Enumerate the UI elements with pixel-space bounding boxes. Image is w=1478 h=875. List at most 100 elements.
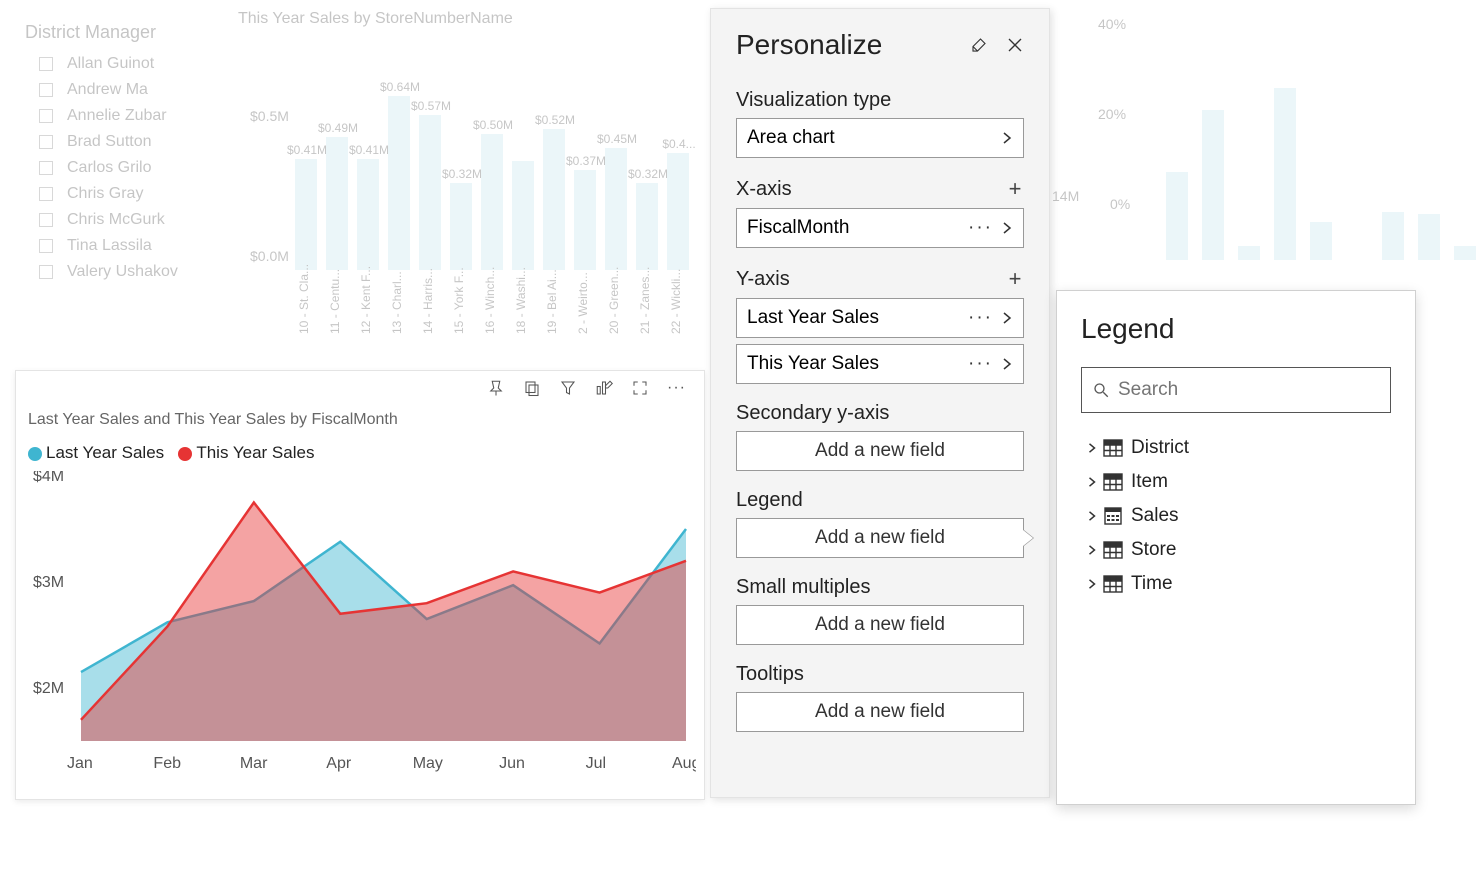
bg-bar-chart-title: This Year Sales by StoreNumberName bbox=[238, 10, 730, 28]
close-icon[interactable] bbox=[1006, 36, 1024, 54]
pin-icon[interactable] bbox=[487, 379, 505, 397]
slicer-item-label: Chris Gray bbox=[67, 185, 143, 203]
checkbox-icon[interactable] bbox=[39, 265, 53, 279]
slicer-item[interactable]: Valery Ushakov bbox=[25, 259, 178, 285]
bg-bar-value-label: $0.41M bbox=[339, 143, 399, 157]
checkbox-icon[interactable] bbox=[39, 161, 53, 175]
bg-right-ytick: 20% bbox=[1098, 106, 1126, 122]
slicer-item-label: Brad Sutton bbox=[67, 133, 152, 151]
bg-right-bar bbox=[1382, 212, 1404, 260]
bg-bar-category-label: 16 - Winch... bbox=[483, 267, 497, 334]
bg-bar bbox=[636, 183, 658, 270]
bg-right-bar bbox=[1202, 110, 1224, 260]
slicer-item[interactable]: Tina Lassila bbox=[25, 233, 178, 259]
add-x-axis-field-icon[interactable]: + bbox=[1006, 176, 1024, 202]
bg-bar-value-label: $0.57M bbox=[401, 99, 461, 113]
filter-icon[interactable] bbox=[559, 379, 577, 397]
district-manager-slicer: District Manager Allan GuinotAndrew MaAn… bbox=[25, 22, 178, 285]
legend-swatch-this bbox=[178, 447, 192, 461]
focus-mode-icon[interactable] bbox=[631, 379, 649, 397]
table-icon bbox=[1103, 575, 1123, 593]
area-chart-visual[interactable]: ··· Last Year Sales and This Year Sales … bbox=[15, 370, 705, 800]
slicer-item[interactable]: Allan Guinot bbox=[25, 51, 178, 77]
bg-right-bar bbox=[1310, 222, 1332, 260]
table-entry[interactable]: Time bbox=[1081, 567, 1391, 601]
add-field-small-mult[interactable]: Add a new field bbox=[736, 605, 1024, 645]
add-field-legend[interactable]: Add a new field bbox=[736, 518, 1024, 558]
checkbox-icon[interactable] bbox=[39, 109, 53, 123]
checkbox-icon[interactable] bbox=[39, 57, 53, 71]
table-entry[interactable]: Store bbox=[1081, 533, 1391, 567]
slicer-title: District Manager bbox=[25, 22, 178, 43]
field-options-icon[interactable]: ··· bbox=[968, 217, 993, 239]
slicer-item[interactable]: Carlos Grilo bbox=[25, 155, 178, 181]
bg-bar bbox=[543, 129, 565, 270]
slicer-item-label: Carlos Grilo bbox=[67, 159, 151, 177]
x-axis-label: Jul bbox=[586, 755, 606, 772]
bg-right-ytick: 40% bbox=[1098, 16, 1126, 32]
bg-bar bbox=[605, 148, 627, 270]
bg-bar-value-label: $0.32M bbox=[432, 167, 492, 181]
checkbox-icon[interactable] bbox=[39, 135, 53, 149]
personalize-icon[interactable] bbox=[595, 379, 613, 397]
bg-bar bbox=[419, 115, 441, 270]
slicer-item[interactable]: Brad Sutton bbox=[25, 129, 178, 155]
bg-bar-value-label: $0.45M bbox=[587, 132, 647, 146]
checkbox-icon[interactable] bbox=[39, 213, 53, 227]
table-entry[interactable]: District bbox=[1081, 431, 1391, 465]
x-axis-field[interactable]: FiscalMonth ··· bbox=[736, 208, 1024, 248]
chevron-right-icon bbox=[1087, 443, 1097, 453]
x-axis-label: Mar bbox=[240, 755, 268, 772]
y-axis-label: $3M bbox=[33, 574, 64, 591]
checkbox-icon[interactable] bbox=[39, 83, 53, 97]
checkbox-icon[interactable] bbox=[39, 187, 53, 201]
y-axis-field-0[interactable]: Last Year Sales ··· bbox=[736, 298, 1024, 338]
field-options-icon[interactable]: ··· bbox=[968, 307, 993, 329]
bg-bar bbox=[574, 170, 596, 270]
clear-icon[interactable] bbox=[970, 36, 988, 54]
bg-bar-value-label: $0.4... bbox=[649, 137, 709, 151]
more-options-icon[interactable]: ··· bbox=[667, 379, 686, 397]
section-x-axis: X-axis + FiscalMonth ··· bbox=[736, 176, 1024, 248]
legend-popup-title: Legend bbox=[1081, 313, 1391, 345]
bg-right-bar bbox=[1238, 246, 1260, 260]
viz-type-dropdown[interactable]: Area chart bbox=[736, 118, 1024, 158]
search-icon bbox=[1092, 381, 1110, 399]
bg-bar-category-label: 19 - Bel Ai... bbox=[545, 269, 559, 334]
field-options-icon[interactable]: ··· bbox=[968, 353, 993, 375]
legend-section-label: Legend bbox=[736, 489, 803, 512]
bg-bar-category-label: 2 - Weirto... bbox=[576, 272, 590, 334]
add-field-tooltips[interactable]: Add a new field bbox=[736, 692, 1024, 732]
x-axis-label: X-axis bbox=[736, 178, 792, 201]
bg-bar-value-label: $0.37M bbox=[556, 154, 616, 168]
section-viz-type: Visualization type Area chart bbox=[736, 89, 1024, 158]
table-icon bbox=[1103, 473, 1123, 491]
table-entry[interactable]: Item bbox=[1081, 465, 1391, 499]
personalize-panel: Personalize Visualization type Area char… bbox=[710, 8, 1050, 798]
bg-right-bar bbox=[1166, 172, 1188, 260]
section-small-multiples: Small multiples Add a new field bbox=[736, 576, 1024, 645]
bg-bar-value-label: $0.50M bbox=[463, 118, 523, 132]
slicer-item[interactable]: Andrew Ma bbox=[25, 77, 178, 103]
area-chart-title: Last Year Sales and This Year Sales by F… bbox=[28, 411, 398, 429]
table-icon bbox=[1103, 541, 1123, 559]
bg-bar-category-label: 18 - Washi... bbox=[514, 267, 528, 334]
checkbox-icon[interactable] bbox=[39, 239, 53, 253]
bg-right-ytick: 0% bbox=[1110, 196, 1130, 212]
legend-search[interactable] bbox=[1081, 367, 1391, 413]
x-axis-label: May bbox=[413, 755, 443, 772]
add-y-axis-field-icon[interactable]: + bbox=[1006, 266, 1024, 292]
y-axis-field-1[interactable]: This Year Sales ··· bbox=[736, 344, 1024, 384]
bg-bar-value-label: $0.41M bbox=[277, 143, 337, 157]
slicer-item-label: Chris McGurk bbox=[67, 211, 165, 229]
bg-bar bbox=[481, 134, 503, 270]
add-field-secondary-y[interactable]: Add a new field bbox=[736, 431, 1024, 471]
legend-search-input[interactable] bbox=[1118, 379, 1380, 401]
slicer-item[interactable]: Chris McGurk bbox=[25, 207, 178, 233]
copy-icon[interactable] bbox=[523, 379, 541, 397]
slicer-item[interactable]: Chris Gray bbox=[25, 181, 178, 207]
bg-bar-category-label: 22 - Wickli... bbox=[669, 269, 683, 334]
table-entry[interactable]: Sales bbox=[1081, 499, 1391, 533]
y-axis-value-1: This Year Sales bbox=[747, 353, 879, 375]
slicer-item[interactable]: Annelie Zubar bbox=[25, 103, 178, 129]
